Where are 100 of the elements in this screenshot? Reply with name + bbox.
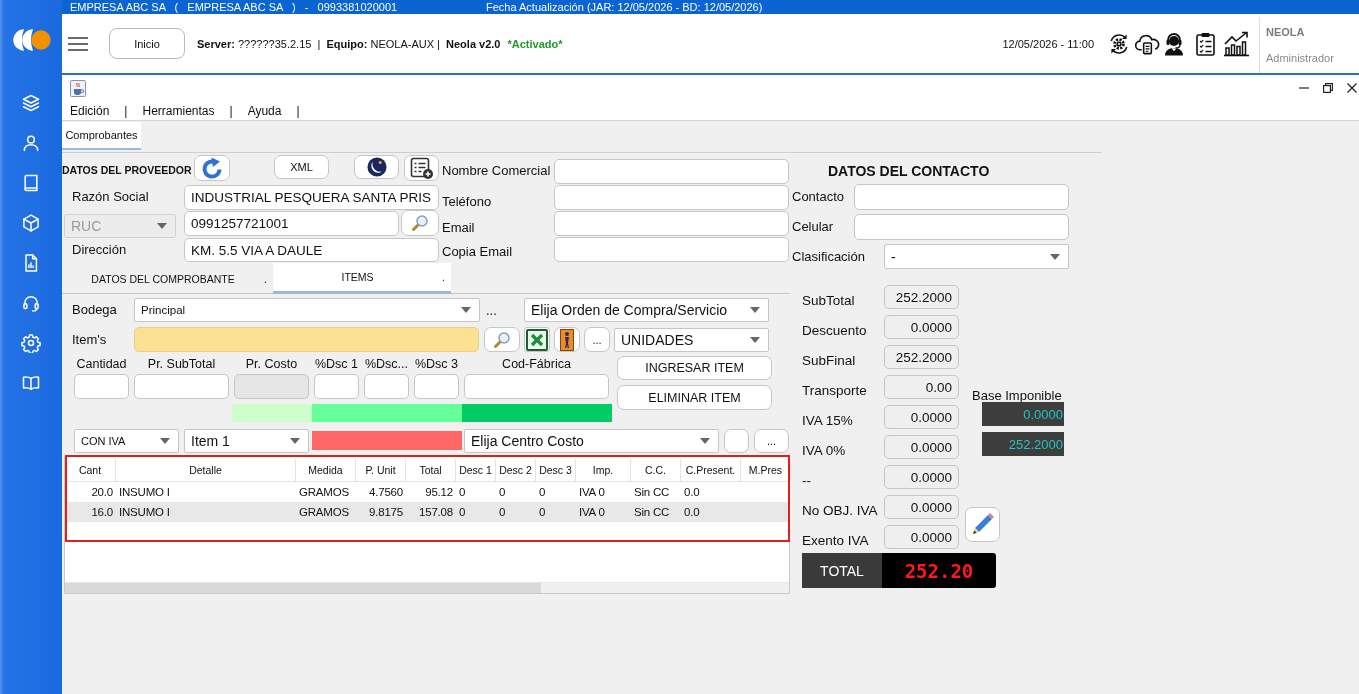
field-label: Teléfono: [442, 194, 492, 210]
table-row[interactable]: 16.0 INSUMO I GRAMOS 9.8175 157.08 0 0 0 IVA 0 Sin CC 0.0: [65, 502, 789, 522]
menu-separator: |: [124, 103, 128, 118]
support-agent-icon[interactable]: [1162, 31, 1186, 56]
field-label: SubFinal: [802, 353, 856, 368]
menu-separator: |: [229, 103, 233, 118]
amount-field[interactable]: 252.2000: [884, 285, 959, 309]
server-info-text: Server: ??????35.2.15 | Equipo: NEOLA-AUX | Neola v2.0: [197, 37, 501, 50]
text-field[interactable]: [414, 374, 459, 399]
person-button[interactable]: [554, 327, 580, 352]
table-cell-text: IVA 0: [578, 485, 606, 500]
amount-field[interactable]: 0.00: [884, 375, 959, 399]
text-field[interactable]: [364, 374, 409, 399]
amount-field[interactable]: 0.0000: [884, 435, 959, 459]
more-button[interactable]: ...: [584, 327, 610, 352]
amount-field[interactable]: 0.0000: [884, 495, 959, 519]
amount-field[interactable]: 0.0000: [884, 525, 959, 549]
edit-button[interactable]: [965, 506, 1000, 542]
add-item-button[interactable]: INGRESAR ITEM: [617, 356, 772, 380]
home-button[interactable]: Inicio: [109, 28, 185, 59]
table-cell-text: 0: [498, 485, 507, 500]
menu-icon[interactable]: [68, 36, 88, 51]
growth-chart-icon[interactable]: [1222, 30, 1250, 57]
caret-icon: [461, 307, 471, 313]
tab[interactable]: ITEMS .: [273, 263, 451, 294]
book-icon[interactable]: [21, 173, 41, 193]
dropdown[interactable]: Elija Orden de Compra/Servicio: [524, 298, 769, 322]
text-field[interactable]: [554, 237, 789, 262]
refresh-button[interactable]: [194, 155, 230, 181]
item-search-field[interactable]: [134, 327, 479, 352]
text-field[interactable]: [74, 374, 129, 399]
column-header: P. Unit: [356, 459, 406, 481]
text-field[interactable]: [854, 184, 1069, 210]
layers-icon[interactable]: [21, 93, 41, 113]
column-header: C.Present.: [681, 459, 741, 481]
cube-icon[interactable]: [21, 213, 41, 233]
table-cell-text: IVA 0: [578, 505, 606, 520]
column-header: Cant: [65, 459, 116, 481]
scrollbar-thumb[interactable]: [65, 583, 541, 593]
company-text: EMPRESA ABC SA ( EMPRESA ABC SA ) - 0993381020001: [70, 0, 398, 14]
field-label: Cantidad: [76, 356, 127, 372]
field-label: Transporte: [802, 383, 867, 398]
remove-item-button[interactable]: ELIMINAR ITEM: [617, 385, 772, 410]
amount-field[interactable]: 252.2000: [884, 345, 959, 369]
dropdown[interactable]: Item 1: [184, 428, 309, 453]
amount-display: 252.2000: [982, 432, 1064, 456]
text-field[interactable]: [134, 374, 229, 399]
headset-icon[interactable]: [21, 293, 41, 313]
user-name: NEOLA: [1266, 26, 1306, 38]
logo-icon[interactable]: [11, 29, 51, 51]
xml-button[interactable]: XML: [274, 155, 329, 179]
clipboard-checklist-icon[interactable]: [1195, 31, 1216, 56]
horizontal-scrollbar[interactable]: [65, 582, 789, 593]
menu-item[interactable]: Edición: [70, 103, 110, 118]
text-field[interactable]: [554, 185, 789, 210]
dropdown[interactable]: CON IVA: [74, 428, 179, 453]
table-cell-text: 0: [458, 505, 467, 520]
field-label: Nombre Comercial: [442, 163, 551, 179]
moon-button[interactable]: [354, 155, 399, 179]
text-field[interactable]: KM. 5.5 VIA A DAULE: [184, 238, 439, 262]
menu-item[interactable]: Herramientas: [142, 103, 215, 118]
add-list-button[interactable]: [404, 155, 439, 181]
amount-field[interactable]: 0.0000: [884, 315, 959, 339]
text-field[interactable]: 0991257721001: [184, 211, 399, 236]
amount-field[interactable]: 0.0000: [884, 465, 959, 489]
column-header: Detalle: [116, 459, 296, 481]
dropdown[interactable]: -: [884, 244, 1069, 269]
table-cell-text: Sin CC: [633, 505, 671, 520]
text-field[interactable]: [314, 374, 359, 399]
section-title: DATOS DEL CONTACTO: [828, 163, 990, 180]
text-field[interactable]: [554, 159, 789, 184]
close-icon[interactable]: [1347, 83, 1357, 93]
caret-icon: [157, 223, 167, 229]
table-cell-text: GRAMOS: [298, 505, 350, 520]
tab[interactable]: DATOS DEL COMPROBANTE .: [62, 263, 273, 294]
table-cell-text: 20.0: [90, 485, 114, 500]
table-cell-text: 0: [458, 485, 467, 500]
dropdown[interactable]: Principal: [134, 298, 480, 322]
text-field[interactable]: [854, 214, 1069, 240]
moon-icon: [366, 157, 387, 177]
amount-field[interactable]: 0.0000: [884, 405, 959, 429]
restore-icon[interactable]: [1323, 83, 1333, 93]
spreadsheet-button[interactable]: [524, 327, 550, 352]
user-icon[interactable]: [21, 133, 41, 153]
dropdown[interactable]: Elija Centro Costo: [464, 428, 719, 453]
tab[interactable]: Comprobantes: [62, 122, 141, 150]
settings-icon[interactable]: [21, 333, 41, 353]
text-field[interactable]: [554, 211, 789, 236]
search-button[interactable]: [401, 210, 439, 236]
dropdown[interactable]: UNIDADES: [614, 327, 769, 352]
text-field[interactable]: [464, 374, 609, 399]
more-button[interactable]: ...: [754, 428, 789, 453]
field-label: %Dsc 1: [314, 356, 359, 372]
open-book-icon[interactable]: [21, 373, 41, 393]
table-cell-text: GRAMOS: [298, 485, 350, 500]
text-field[interactable]: INDUSTRIAL PESQUERA SANTA PRIS: [184, 185, 439, 210]
menu-item[interactable]: Ayuda: [247, 103, 282, 118]
caret-icon: [700, 437, 710, 444]
table-cell-text: 9.8175: [368, 505, 404, 520]
search-icon: [493, 330, 511, 349]
